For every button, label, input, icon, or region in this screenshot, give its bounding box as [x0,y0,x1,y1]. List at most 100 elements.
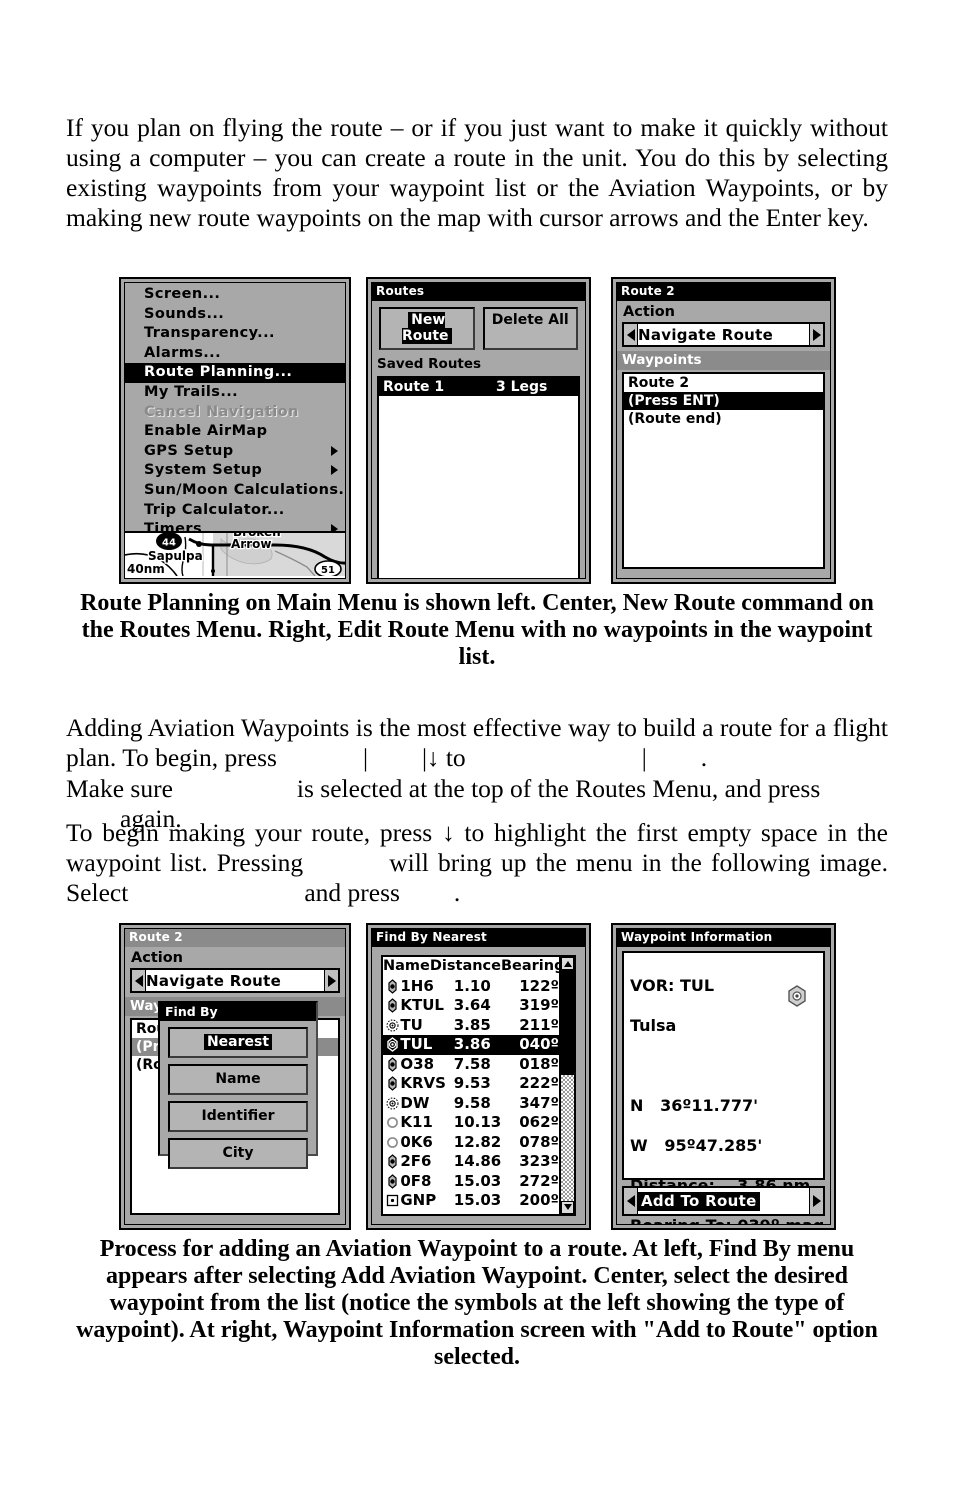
waypoint-bearing: 347º [519,1093,559,1112]
find-by-identifier-button[interactable]: Identifier [168,1101,308,1132]
menu-item-my-trails[interactable]: My Trails... [125,383,345,403]
right-arrow-icon [328,974,336,987]
document-page: If you plan on flying the route – or if … [0,0,954,1487]
menu-item-route-planning[interactable]: Route Planning... [125,363,345,383]
waypoint-label: (Press ENT) [628,393,720,409]
table-row[interactable]: GNP 15.03 200º [383,1191,559,1211]
menu-item-alarms[interactable]: Alarms... [125,344,345,364]
add-to-route-selector[interactable]: Add To Route [622,1186,825,1216]
routes-menu-inner: Routes New Route Delete All Saved Routes… [371,282,586,579]
menu-item-label: GPS Setup [144,442,234,459]
scrollbar-thumb[interactable] [561,970,574,1075]
table-row[interactable]: 0F8 15.03 272º [383,1172,559,1192]
waypoint-information-inner: Waypoint Information VOR: TUL Tulsa N 36… [616,928,831,1225]
waypoint-distance: 15.03 [453,1191,502,1209]
scrollbar-track[interactable] [561,1075,574,1201]
paragraph-adding-waypoints: Adding Aviation Waypoints is the most ef… [66,713,888,834]
waypoint-type-vor-icon [385,1037,400,1053]
svg-text:51: 51 [321,565,335,576]
waypoint-bearing: 040º [519,1035,559,1053]
menu-item-label: My Trails... [144,383,239,400]
waypoint-type-vortac-icon [385,998,400,1014]
find-by-nearest-inner: Find By Nearest Name Distance Bearing 1H… [371,928,586,1225]
table-row[interactable]: TUL 3.86 040º [383,1035,559,1055]
table-row[interactable]: KTUL 3.64 319º [383,996,559,1016]
waypoint-name: 1H6 [400,976,434,995]
table-row[interactable]: 2F6 14.86 323º [383,1152,559,1172]
table-row[interactable]: 0K6 12.82 078º [383,1133,559,1153]
waypoint-type-vortac-icon [385,978,400,994]
menu-item-gps-setup[interactable]: GPS Setup [125,442,345,462]
paragraph-text: is selected at the top of the Routes Men… [296,774,821,803]
vor-symbol-icon [786,985,808,1011]
table-row[interactable]: DW 9.58 347º [383,1094,559,1114]
waypoint-longitude: W 95º47.285' [630,1136,763,1155]
scroll-down-button[interactable] [561,1201,574,1214]
find-by-name-button[interactable]: Name [168,1064,308,1095]
waypoint-name: KRVS [400,1074,446,1092]
nearest-waypoints-table[interactable]: Name Distance Bearing 1H6 1.10 122º KTUL 3.6… [381,955,576,1216]
table-row[interactable]: O38 7.58 018º [383,1055,559,1075]
menu-item-label: Enable AirMap [144,423,268,440]
menu-item-trip-calculator[interactable]: Trip Calculator... [125,501,345,521]
waypoint-type-ndb-icon [385,1018,400,1033]
selector-right-arrow-button[interactable] [809,1188,823,1214]
saved-routes-listbox[interactable]: Route 1 3 Legs [377,376,580,578]
find-by-popup-title: Find By [160,1003,316,1021]
delete-all-button[interactable]: Delete All [482,307,578,350]
waypoints-listbox[interactable]: Route 2 (Press ENT) (Route end) [622,372,825,569]
find-by-inner: Route 2 Action Navigate Route Way Rou (P… [124,928,346,1225]
waypoint-type-vortac-icon [385,1076,400,1092]
waypoint-name: KTUL [400,996,444,1014]
waypoint-bearing: 272º [519,1171,559,1190]
find-by-city-button[interactable]: City [168,1138,308,1169]
main-menu-inner: Screen... Sounds... Transparency... Alar… [124,282,346,579]
scroll-up-button[interactable] [561,957,574,970]
table-row[interactable]: 1H6 1.10 122º [383,977,559,997]
list-item[interactable]: (Press ENT) [624,392,823,410]
menu-item-sounds[interactable]: Sounds... [125,305,345,325]
selector-left-arrow-button[interactable] [132,970,146,991]
right-arrow-icon [813,1195,821,1207]
menu-item-enable-airmap[interactable]: Enable AirMap [125,422,345,442]
waypoint-name: O38 [400,1054,435,1073]
paragraph-text: and press [304,878,400,907]
table-row[interactable]: OWP15.13271º [383,1211,559,1215]
waypoint-distance: 1.10 [453,976,491,995]
figure-caption-1: Route Planning on Main Menu is shown lef… [80,590,874,670]
selector-right-arrow-button[interactable] [324,970,338,991]
left-arrow-icon [627,1195,635,1207]
list-item[interactable]: (Route end) [624,410,823,428]
find-by-nearest-button[interactable]: Nearest [168,1027,308,1058]
table-row[interactable]: Route 1 3 Legs [379,378,578,396]
menu-item-sun-moon-calculations[interactable]: Sun/Moon Calculations... [125,481,345,501]
chevron-up-icon [564,961,572,967]
screenshot-routes-menu: Routes New Route Delete All Saved Routes… [366,277,591,584]
menu-item-system-setup[interactable]: System Setup [125,461,345,481]
chevron-down-icon [564,1204,572,1210]
list-scrollbar[interactable] [559,957,574,1214]
waypoint-bearing: 323º [519,1152,559,1170]
key-separator: | [362,745,368,772]
menu-item-label: Alarms... [144,344,221,361]
table-row[interactable]: TU 3.85 211º [383,1016,559,1036]
waypoint-name: GNP [400,1191,437,1209]
selector-right-arrow-button[interactable] [809,324,823,345]
waypoint-bearing: 222º [519,1074,559,1092]
main-menu-list: Screen... Sounds... Transparency... Alar… [125,283,345,559]
selector-left-arrow-button[interactable] [624,324,638,345]
table-row[interactable]: K11 10.13 062º [383,1113,559,1133]
new-route-button[interactable]: New Route [379,307,475,350]
edit-route-title: Route 2 [617,283,830,301]
selector-left-arrow-button[interactable] [624,1188,638,1214]
menu-item-screen[interactable]: Screen... [125,285,345,305]
table-row[interactable]: KRVS 9.53 222º [383,1074,559,1094]
action-selector[interactable]: Navigate Route [130,968,340,993]
waypoint-bearing: 122º [519,976,559,995]
action-selector[interactable]: Navigate Route [622,322,825,347]
waypoint-distance: 12.82 [453,1132,502,1151]
list-item[interactable]: Route 2 [624,374,823,392]
waypoint-distance: 9.58 [453,1093,491,1112]
waypoint-bearing: 078º [519,1132,559,1151]
menu-item-transparency[interactable]: Transparency... [125,324,345,344]
